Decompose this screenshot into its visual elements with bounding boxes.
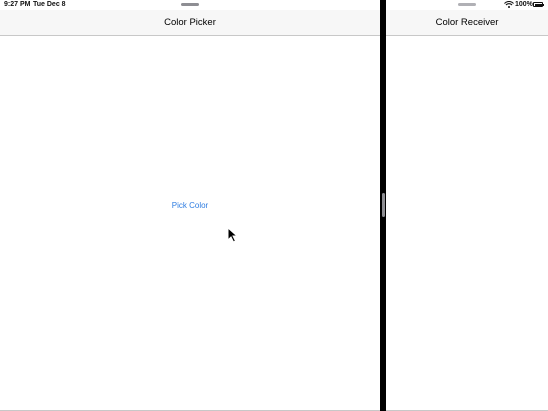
status-bar-right: 100% xyxy=(386,0,548,10)
battery-percent: 100% xyxy=(515,1,533,8)
color-picker-pane: 9:27 PM Tue Dec 8 Color Picker Pick Colo… xyxy=(0,0,380,411)
grabber-icon[interactable] xyxy=(181,3,199,6)
status-time: 9:27 PM xyxy=(4,1,31,8)
status-date: Tue Dec 8 xyxy=(33,1,66,8)
grabber-icon[interactable] xyxy=(458,3,476,6)
color-receiver-pane: 100% Color Receiver xyxy=(386,0,548,411)
battery-icon xyxy=(533,2,543,7)
status-bar-left: 9:27 PM Tue Dec 8 xyxy=(0,0,380,10)
battery-fill xyxy=(534,3,542,6)
color-receiver-navbar: Color Receiver xyxy=(386,10,548,36)
mouse-pointer-icon xyxy=(227,227,239,243)
pick-color-button[interactable]: Pick Color xyxy=(0,201,380,210)
color-receiver-title: Color Receiver xyxy=(435,17,499,28)
divider-handle-icon[interactable] xyxy=(381,193,385,217)
battery-tip xyxy=(543,3,544,6)
wifi-icon xyxy=(504,1,514,8)
color-picker-title: Color Picker xyxy=(164,17,216,28)
color-picker-navbar: Color Picker xyxy=(0,10,380,36)
